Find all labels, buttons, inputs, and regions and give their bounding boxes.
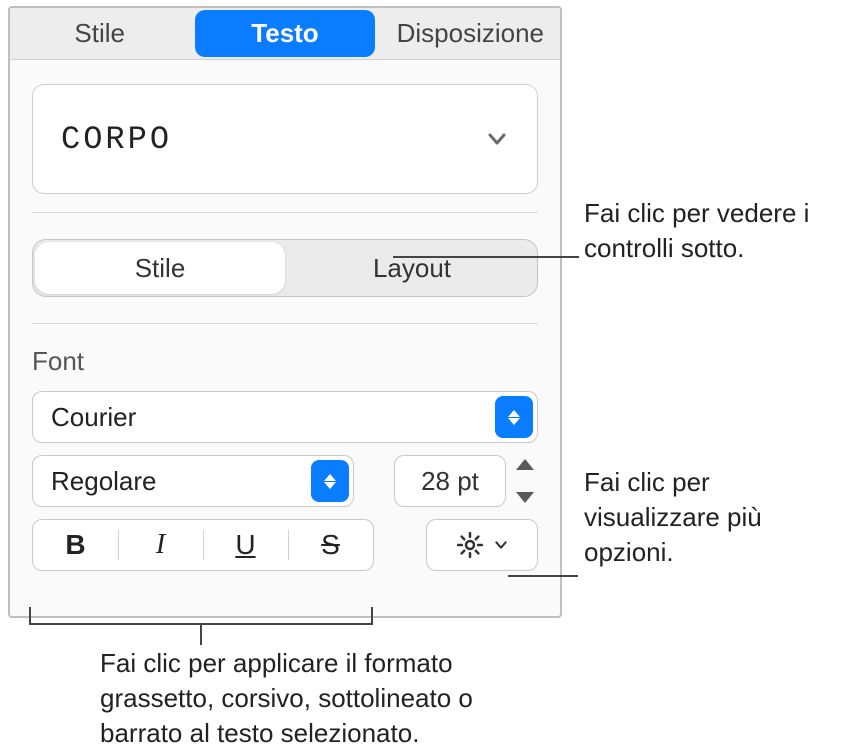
font-family-value: Courier: [51, 402, 136, 433]
callout-leader: [508, 575, 578, 577]
font-section-label: Font: [32, 346, 538, 377]
font-typeface-value: Regolare: [51, 466, 157, 497]
underline-button[interactable]: U: [203, 520, 288, 570]
bold-button[interactable]: B: [33, 520, 118, 570]
font-typeface-popup[interactable]: Regolare: [32, 455, 354, 507]
font-size-stepper: [512, 455, 538, 507]
callout-text-style-group: Fai clic per applicare il formato grasse…: [100, 646, 560, 751]
callout-leader: [393, 256, 579, 258]
callout-advanced-options: Fai clic per visualizzare più opzioni.: [584, 465, 834, 570]
paragraph-style-name: CORPO: [61, 121, 172, 158]
format-inspector-panel: Stile Testo Disposizione CORPO Stile Lay…: [8, 6, 562, 618]
advanced-options-button[interactable]: [426, 519, 538, 571]
stepper-up[interactable]: [516, 459, 534, 470]
paragraph-style-picker[interactable]: CORPO: [32, 84, 538, 194]
chevron-down-icon: [493, 537, 509, 553]
font-size-input[interactable]: 28 pt: [394, 455, 506, 507]
tab-testo[interactable]: Testo: [195, 10, 374, 57]
popup-arrows-icon: [495, 396, 533, 438]
italic-button[interactable]: I: [118, 520, 203, 570]
text-style-group: B I U S: [32, 519, 374, 571]
divider: [32, 323, 538, 324]
chevron-down-icon: [485, 127, 509, 151]
divider: [32, 212, 538, 213]
font-family-popup[interactable]: Courier: [32, 391, 538, 443]
subtab-stile[interactable]: Stile: [35, 242, 285, 294]
callout-subtabs: Fai clic per vedere i controlli sotto.: [584, 196, 852, 266]
text-subtabs: Stile Layout: [32, 239, 538, 297]
popup-arrows-icon: [311, 460, 349, 502]
callout-leader: [200, 623, 202, 645]
subtab-layout[interactable]: Layout: [287, 240, 537, 296]
strikethrough-button[interactable]: S: [288, 520, 373, 570]
gear-icon: [455, 530, 485, 560]
tab-disposizione[interactable]: Disposizione: [381, 10, 560, 57]
stepper-down[interactable]: [516, 492, 534, 503]
tab-stile[interactable]: Stile: [10, 10, 189, 57]
font-size-field: 28 pt: [378, 455, 538, 507]
inspector-top-tabs: Stile Testo Disposizione: [10, 8, 560, 60]
